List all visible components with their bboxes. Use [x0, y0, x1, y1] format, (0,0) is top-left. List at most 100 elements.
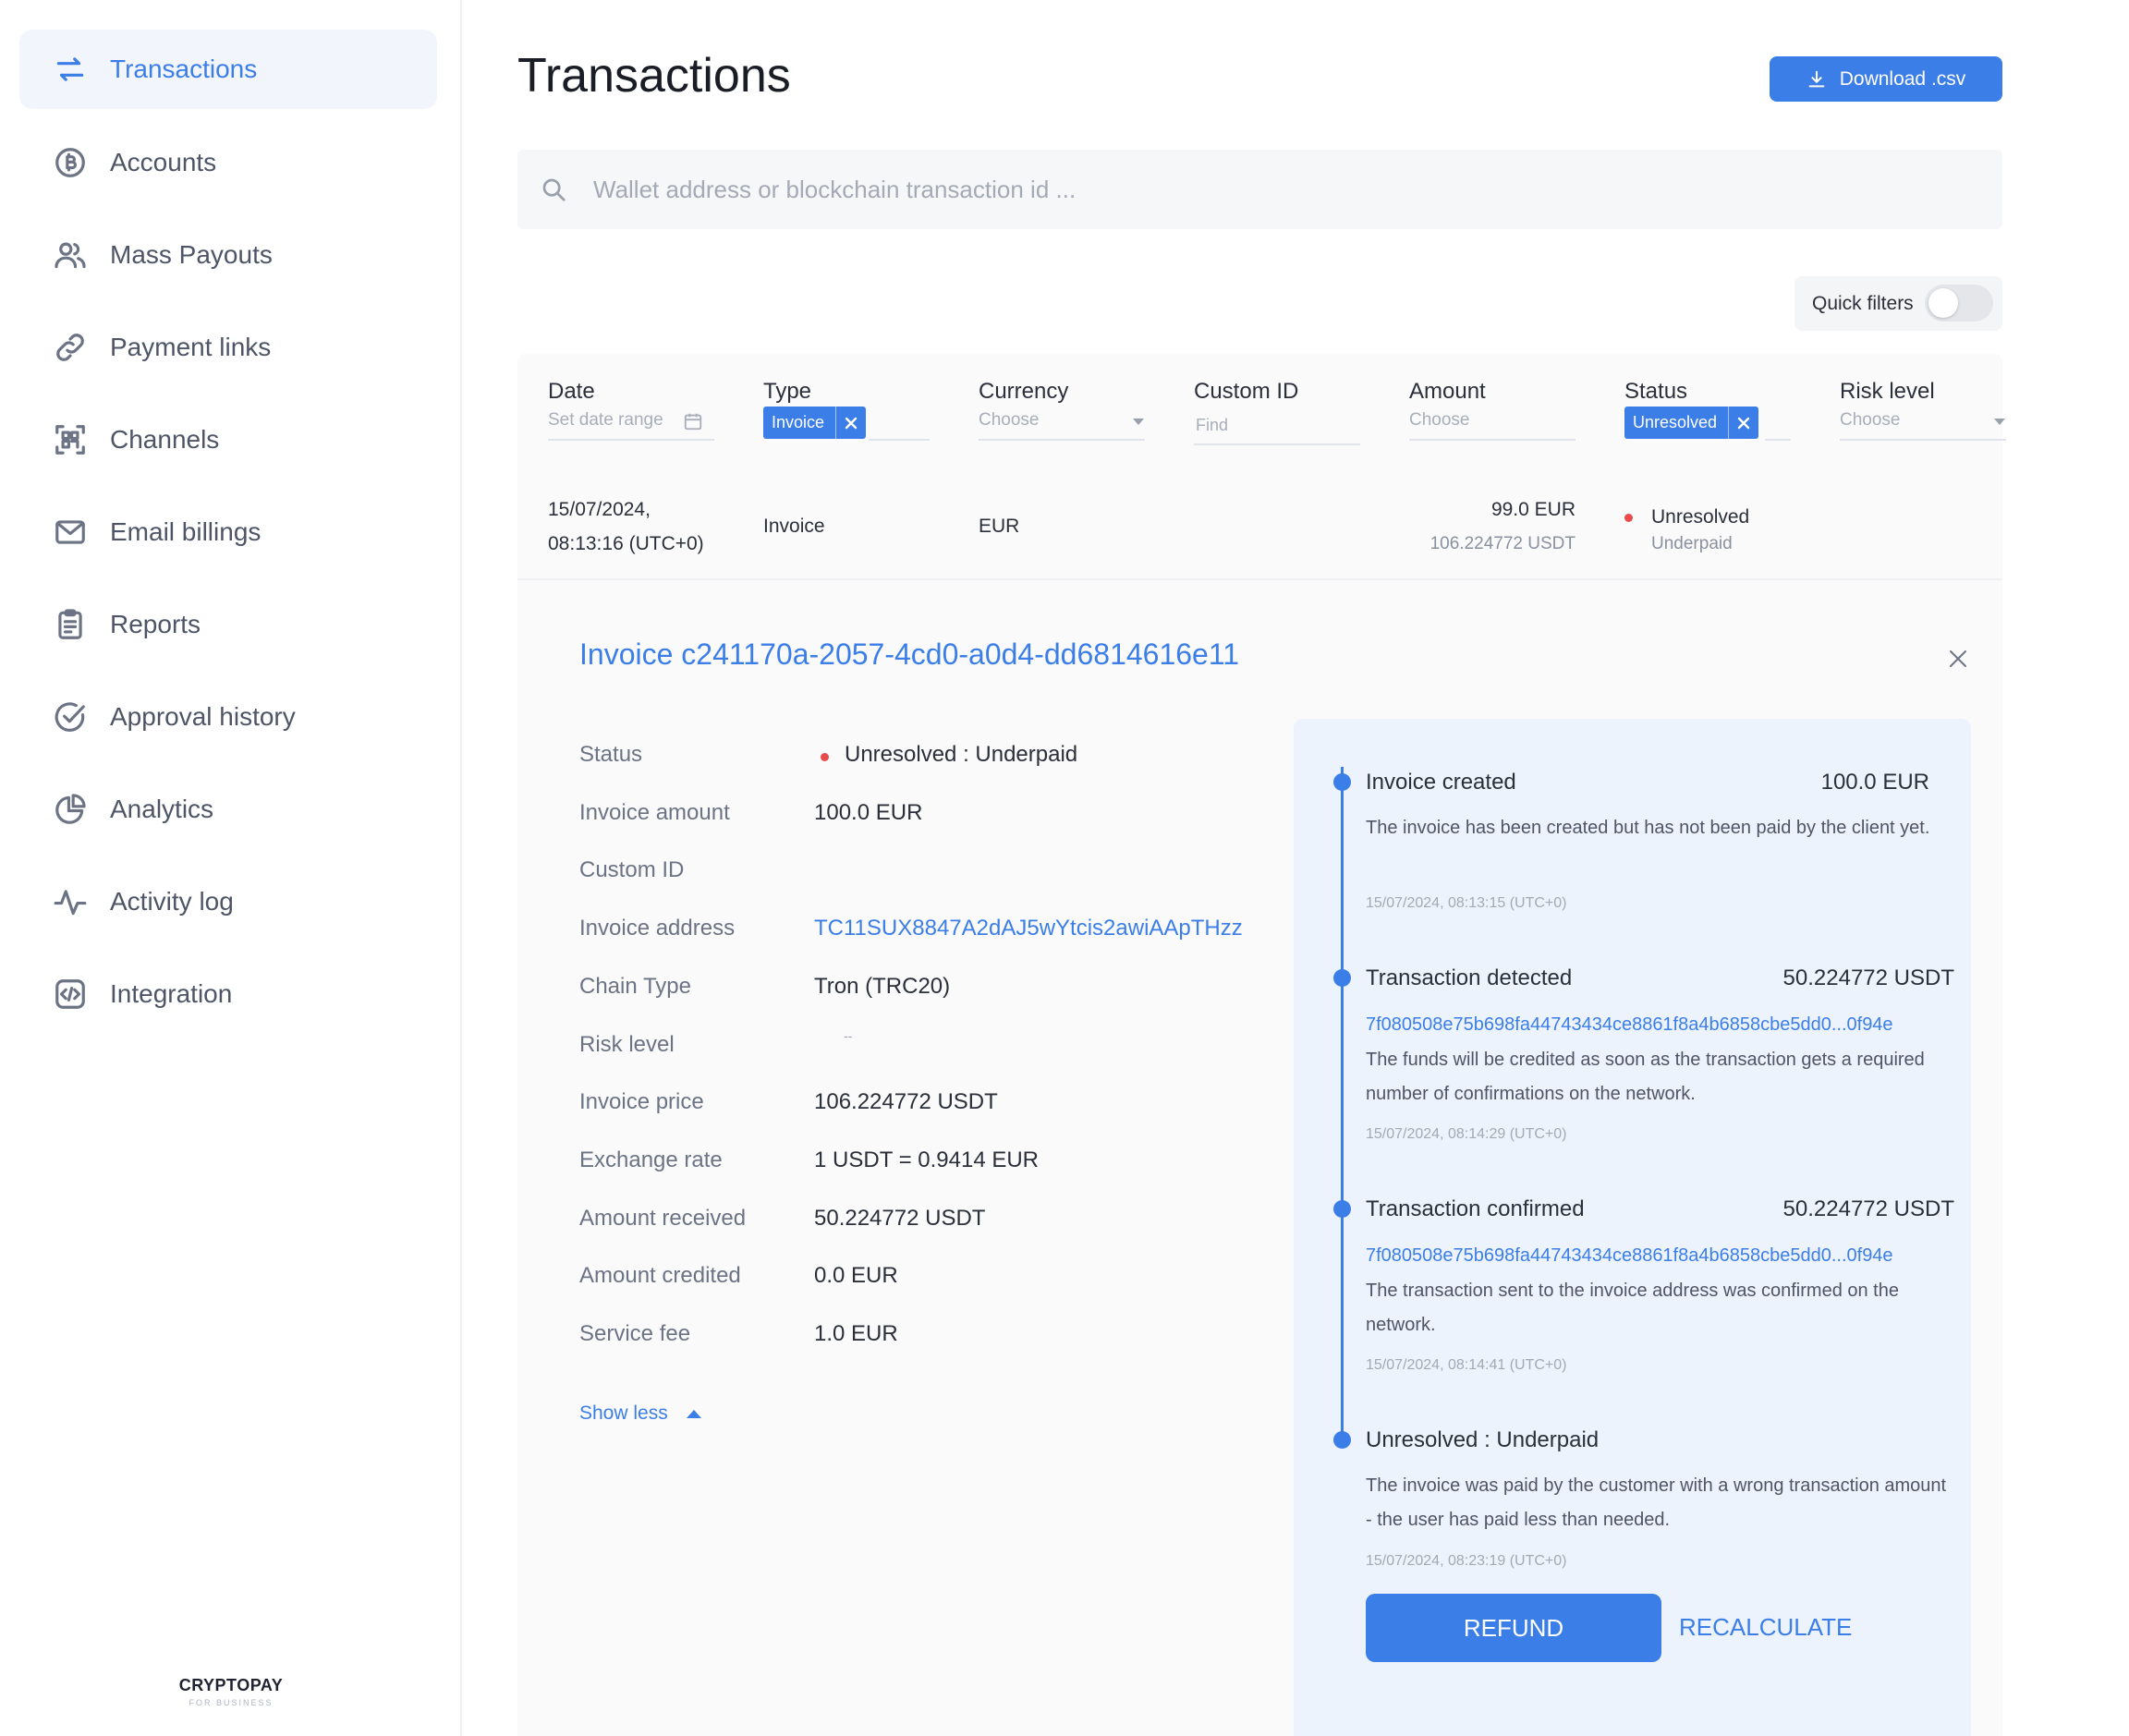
sidebar-item-channels[interactable]: Channels: [19, 400, 437, 480]
row-type: Invoice: [763, 516, 825, 537]
field-value-risk-level: --: [844, 1028, 853, 1043]
field-value-exchange-rate: 1 USDT = 0.9414 EUR: [814, 1147, 1040, 1172]
amount-filter-underline: [1409, 439, 1575, 441]
timeline-created-title: Invoice created: [1366, 770, 1516, 795]
search-bar: [517, 150, 2002, 229]
chevron-down-icon[interactable]: [1133, 419, 1144, 425]
calendar-icon[interactable]: [683, 411, 703, 431]
close-detail-button[interactable]: [1947, 648, 1969, 670]
status-dot: [821, 753, 829, 761]
bitcoin-coin-icon: [51, 143, 90, 182]
sidebar-item-approval-history[interactable]: Approval history: [19, 677, 437, 757]
close-icon: [1950, 650, 1966, 667]
quick-filters: Quick filters: [1794, 276, 2002, 331]
column-header-amount: Amount: [1409, 379, 1486, 404]
timeline-detected-tx-link[interactable]: 7f080508e75b698fa44743434ce8861f8a4b6858…: [1366, 1014, 1893, 1036]
sidebar-item-reports[interactable]: Reports: [19, 585, 437, 664]
date-filter-underline: [548, 439, 714, 441]
column-header-custom-id: Custom ID: [1194, 379, 1299, 404]
close-icon: [1737, 417, 1750, 429]
field-value-amount-credited: 0.0 EUR: [814, 1263, 898, 1288]
sidebar: Transactions Accounts Mass Payouts Payme…: [0, 0, 462, 1736]
timeline-dot: [1333, 969, 1351, 987]
timeline-dot: [1333, 1200, 1351, 1218]
timeline-confirmed-desc: The transaction sent to the invoice addr…: [1366, 1281, 1899, 1335]
timeline-line: [1341, 767, 1344, 1438]
sidebar-item-payment-links[interactable]: Payment links: [19, 308, 437, 387]
column-header-type: Type: [763, 379, 812, 404]
timeline-created-amount: 100.0 EUR: [1820, 770, 1929, 795]
quick-filters-toggle[interactable]: [1925, 285, 1993, 322]
custom-id-filter-underline: [1194, 443, 1360, 445]
amount-filter-select[interactable]: Choose: [1409, 410, 1470, 431]
download-csv-label: Download .csv: [1839, 67, 1966, 90]
timeline-detected-desc: The funds will be credited as soon as th…: [1366, 1050, 1925, 1104]
timeline-underpaid-desc: The invoice was paid by the customer wit…: [1366, 1475, 1947, 1530]
row-currency: EUR: [979, 516, 1020, 537]
invoice-title: Invoice c241170a-2057-4cd0-a0d4-dd681461…: [579, 637, 1240, 671]
sidebar-item-label: Payment links: [110, 333, 272, 361]
quick-filters-label: Quick filters: [1812, 292, 1914, 314]
row-status: Unresolved: [1651, 506, 1750, 528]
sidebar-item-email-billings[interactable]: Email billings: [19, 492, 437, 572]
field-value-status: Unresolved : Underpaid: [845, 742, 1078, 767]
sidebar-item-transactions[interactable]: Transactions: [19, 30, 437, 109]
arrows-exchange-icon: [51, 50, 90, 89]
invoice-timeline: [1294, 719, 1971, 1736]
type-filter-underline: [869, 439, 930, 441]
field-key-amount-credited: Amount credited: [579, 1263, 741, 1288]
brand-subtitle: FOR BUSINESS: [189, 1698, 274, 1707]
column-header-currency: Currency: [979, 379, 1069, 404]
timeline-underpaid-time: 15/07/2024, 08:23:19 (UTC+0): [1366, 1553, 1567, 1569]
pie-chart-icon: [51, 790, 90, 829]
timeline-dot: [1333, 773, 1351, 791]
chevron-up-icon: [686, 1409, 701, 1418]
recalculate-button[interactable]: RECALCULATE: [1679, 1613, 1852, 1642]
download-csv-button[interactable]: Download .csv: [1770, 56, 2002, 102]
sidebar-item-label: Analytics: [110, 795, 214, 823]
show-less-button[interactable]: Show less: [579, 1402, 701, 1425]
table-row[interactable]: [517, 465, 2002, 580]
column-header-date: Date: [548, 379, 595, 404]
search-icon: [542, 178, 566, 201]
date-range-filter[interactable]: Set date range: [548, 410, 663, 431]
row-amount: 99.0 EUR: [1490, 499, 1575, 520]
sidebar-item-accounts[interactable]: Accounts: [19, 123, 437, 202]
remove-type-filter-button[interactable]: [835, 407, 866, 439]
timeline-confirmed-time: 15/07/2024, 08:14:41 (UTC+0): [1366, 1357, 1567, 1373]
chevron-down-icon[interactable]: [1994, 419, 2005, 425]
field-value-invoice-amount: 100.0 EUR: [814, 800, 923, 825]
status-filter-chip-label: Unresolved: [1633, 413, 1718, 431]
search-input[interactable]: [593, 175, 1887, 204]
refund-button[interactable]: REFUND: [1366, 1594, 1661, 1662]
sidebar-item-activity-log[interactable]: Activity log: [19, 862, 437, 941]
timeline-confirmed-title: Transaction confirmed: [1366, 1196, 1585, 1221]
sidebar-item-mass-payouts[interactable]: Mass Payouts: [19, 215, 437, 295]
field-key-exchange-rate: Exchange rate: [579, 1147, 723, 1172]
timeline-confirmed-tx-link[interactable]: 7f080508e75b698fa44743434ce8861f8a4b6858…: [1366, 1245, 1893, 1267]
qr-scan-icon: [51, 420, 90, 459]
status-filter-underline: [1765, 439, 1791, 441]
timeline-detected-title: Transaction detected: [1366, 965, 1573, 990]
pulse-icon: [51, 882, 90, 921]
risk-filter-select[interactable]: Choose: [1840, 410, 1901, 431]
risk-filter-underline: [1840, 439, 2006, 441]
sidebar-item-integration[interactable]: Integration: [19, 954, 437, 1034]
currency-filter-select[interactable]: Choose: [979, 410, 1040, 431]
clipboard-icon: [51, 605, 90, 644]
invoice-address-link[interactable]: TC11SUX8847A2dAJ5wYtcis2awiAApTHzz: [814, 916, 1243, 941]
remove-status-filter-button[interactable]: [1728, 407, 1758, 439]
sidebar-item-label: Activity log: [110, 887, 234, 916]
timeline-created-time: 15/07/2024, 08:13:15 (UTC+0): [1366, 895, 1567, 911]
custom-id-filter-input[interactable]: Find: [1196, 416, 1228, 435]
sidebar-item-label: Approval history: [110, 702, 296, 731]
field-value-invoice-price: 106.224772 USDT: [814, 1089, 998, 1114]
sidebar-item-label: Accounts: [110, 148, 217, 176]
row-status-sub: Underpaid: [1651, 534, 1733, 553]
code-icon: [51, 975, 90, 1014]
field-key-service-fee: Service fee: [579, 1321, 691, 1346]
status-dot: [1624, 514, 1633, 522]
toggle-knob: [1928, 288, 1958, 318]
sidebar-item-analytics[interactable]: Analytics: [19, 770, 437, 849]
download-icon: [1808, 70, 1825, 87]
